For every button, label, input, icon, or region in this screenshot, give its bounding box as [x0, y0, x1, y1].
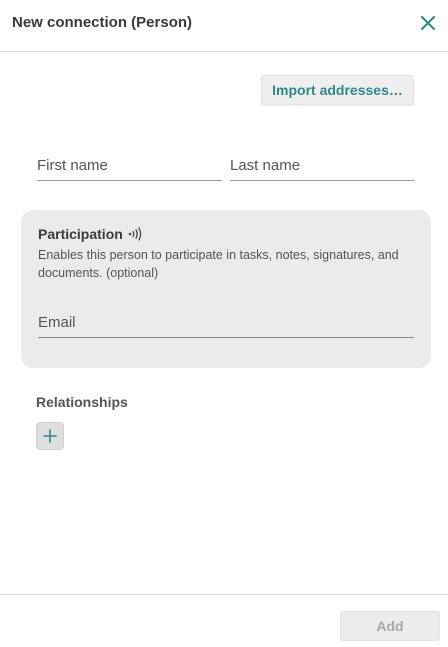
- dialog-footer: Add: [0, 594, 448, 647]
- add-relationship-button[interactable]: [36, 422, 64, 450]
- new-connection-dialog: New connection (Person) Import addresses…: [0, 0, 448, 647]
- participation-description: Enables this person to participate in ta…: [38, 248, 399, 280]
- email-input[interactable]: [38, 308, 414, 337]
- participation-title: Participation: [38, 226, 123, 242]
- last-name-field: [230, 151, 415, 181]
- participation-header: Participation: [38, 226, 143, 242]
- email-field: [38, 308, 414, 338]
- plus-icon: [43, 429, 57, 443]
- signal-icon: [127, 226, 143, 242]
- import-addresses-button[interactable]: Import addresses…: [261, 75, 414, 105]
- add-button[interactable]: Add: [340, 611, 440, 641]
- participation-panel: Participation Enables this person to par…: [21, 210, 431, 368]
- dialog-title: New connection (Person): [12, 14, 193, 31]
- close-button[interactable]: [418, 13, 438, 33]
- first-name-field: [37, 151, 222, 181]
- last-name-input[interactable]: [230, 151, 415, 180]
- first-name-input[interactable]: [37, 151, 222, 180]
- close-icon: [421, 16, 435, 30]
- dialog-header: New connection (Person): [0, 0, 448, 52]
- relationships-title: Relationships: [36, 394, 128, 410]
